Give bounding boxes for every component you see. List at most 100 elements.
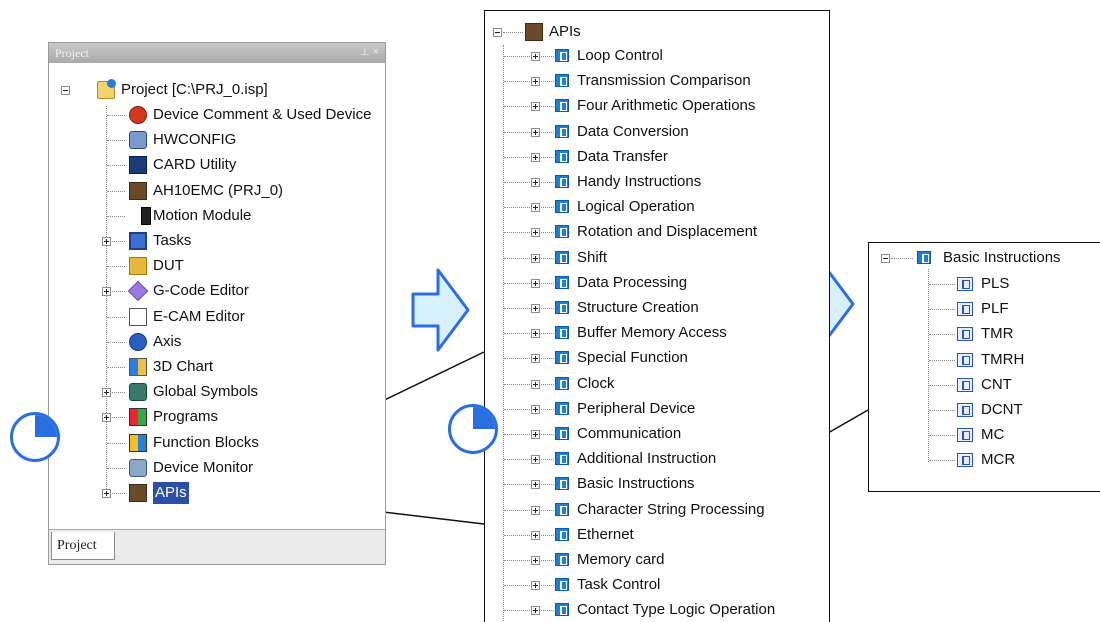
api-group-label: Structure Creation	[577, 299, 699, 316]
instruction-item[interactable]: TMRH	[929, 349, 1089, 371]
collapse-icon[interactable]	[881, 254, 890, 263]
project-tree-item[interactable]: Tasks	[101, 230, 381, 252]
expand-icon[interactable]	[102, 237, 111, 246]
expand-icon[interactable]	[531, 77, 540, 87]
ecam-editor-icon	[129, 307, 147, 326]
instruction-icon	[957, 428, 973, 443]
api-group-item[interactable]: Four Arithmetic Operations	[504, 95, 825, 117]
expand-icon[interactable]	[531, 102, 540, 112]
expand-icon[interactable]	[531, 228, 540, 238]
panel-pin-close-icons[interactable]: ⊥ ×	[360, 45, 379, 58]
project-tab-label: Project	[57, 538, 97, 553]
collapse-icon[interactable]	[61, 86, 70, 95]
instruction-item[interactable]: TMR	[929, 323, 1089, 345]
project-tab[interactable]: Project	[51, 532, 115, 560]
project-tree-item[interactable]: E-CAM Editor	[101, 306, 381, 328]
expand-icon[interactable]	[531, 505, 540, 515]
expand-icon[interactable]	[102, 413, 111, 423]
expand-icon[interactable]	[102, 489, 111, 498]
expand-icon[interactable]	[531, 530, 540, 540]
expand-icon[interactable]	[531, 556, 540, 565]
project-tree-item[interactable]: G-Code Editor	[101, 280, 381, 302]
api-group-item[interactable]: Buffer Memory Access	[504, 322, 825, 344]
project-tree-item-label: E-CAM Editor	[153, 307, 245, 325]
api-group-item[interactable]: Additional Instruction	[504, 448, 825, 470]
api-group-item[interactable]: Data Processing	[504, 272, 825, 294]
instruction-item[interactable]: DCNT	[929, 399, 1089, 421]
api-group-item[interactable]: Transmission Comparison	[504, 70, 825, 92]
api-group-item[interactable]: Character String Processing	[504, 499, 825, 521]
collapse-icon[interactable]	[493, 28, 502, 37]
api-group-item[interactable]: Communication	[504, 423, 825, 445]
instruction-item[interactable]: CNT	[929, 374, 1089, 396]
expand-icon[interactable]	[531, 480, 540, 490]
api-group-item[interactable]: Memory card	[504, 549, 825, 571]
instruction-item[interactable]: PLF	[929, 298, 1089, 320]
instruction-icon	[957, 302, 973, 317]
expand-icon[interactable]	[531, 52, 540, 61]
api-group-item[interactable]: Rotation and Displacement	[504, 221, 825, 243]
api-group-item[interactable]: Loop Control	[504, 45, 825, 67]
project-tree-item[interactable]: Device Monitor	[101, 457, 381, 479]
expand-icon[interactable]	[531, 152, 540, 162]
api-group-item[interactable]: Clock	[504, 373, 825, 395]
expand-icon[interactable]	[531, 354, 540, 364]
api-group-item[interactable]: Structure Creation	[504, 297, 825, 319]
expand-icon[interactable]	[531, 404, 540, 414]
instruction-item[interactable]: MC	[929, 424, 1089, 446]
project-panel-tabstrip: Project	[49, 529, 385, 564]
api-group-item[interactable]: Shift	[504, 247, 825, 269]
api-group-item[interactable]: Basic Instructions	[504, 473, 825, 495]
project-tree-item[interactable]: AH10EMC (PRJ_0)	[101, 180, 381, 202]
basic-root[interactable]: Basic Instructions	[881, 247, 1100, 269]
api-group-item[interactable]: Handy Instructions	[504, 171, 825, 193]
project-tree-item[interactable]: Axis	[101, 331, 381, 353]
project-tree-item[interactable]: APIs	[101, 482, 381, 504]
expand-icon[interactable]	[531, 253, 540, 263]
project-tree-item[interactable]: CARD Utility	[101, 154, 381, 176]
apis-icon	[129, 484, 147, 502]
expand-icon[interactable]	[531, 606, 540, 616]
expand-icon[interactable]	[531, 379, 540, 389]
instruction-item[interactable]: MCR	[929, 449, 1089, 471]
expand-icon[interactable]	[531, 304, 540, 313]
project-tree-item[interactable]: HWCONFIG	[101, 129, 381, 151]
expand-icon[interactable]	[531, 430, 540, 439]
api-group-item[interactable]: Task Control	[504, 574, 825, 596]
expand-icon[interactable]	[102, 388, 111, 398]
expand-icon[interactable]	[531, 329, 540, 339]
api-group-icon	[555, 603, 569, 617]
api-group-icon	[555, 351, 569, 365]
instruction-item[interactable]: PLS	[929, 273, 1089, 295]
project-tree-item[interactable]: DUT	[101, 255, 381, 277]
api-group-icon	[555, 578, 569, 592]
api-group-item[interactable]: Contact Type Logic Operation	[504, 599, 825, 621]
api-group-item[interactable]: Peripheral Device	[504, 398, 825, 420]
expand-icon[interactable]	[531, 278, 540, 288]
project-tree-item[interactable]: 3D Chart	[101, 356, 381, 378]
project-tree-item-label: Programs	[153, 408, 219, 426]
expand-icon[interactable]	[102, 287, 111, 297]
expand-icon[interactable]	[531, 203, 540, 213]
apis-root[interactable]: APIs	[493, 21, 823, 43]
expand-icon[interactable]	[531, 581, 540, 591]
api-group-item[interactable]: Data Conversion	[504, 121, 825, 143]
api-group-item[interactable]: Ethernet	[504, 524, 825, 546]
instruction-label: PLF	[981, 300, 1009, 318]
project-tree-item[interactable]: Global Symbols	[101, 381, 381, 403]
expand-icon[interactable]	[531, 455, 540, 465]
project-tree-item-label: 3D Chart	[153, 358, 214, 375]
expand-icon[interactable]	[531, 178, 540, 187]
expand-icon[interactable]	[531, 127, 540, 137]
api-group-item[interactable]: Data Transfer	[504, 146, 825, 168]
project-tree-item[interactable]: Motion Module	[101, 205, 381, 227]
project-tree-item[interactable]: Device Comment & Used Device	[101, 104, 381, 126]
3d-chart-icon	[129, 358, 147, 376]
project-tree-item[interactable]: Programs	[101, 406, 381, 428]
api-group-item[interactable]: Logical Operation	[504, 196, 825, 218]
api-group-label: Communication	[577, 425, 682, 442]
api-group-item[interactable]: Special Function	[504, 347, 825, 369]
tree-root-project[interactable]: Project [C:\PRJ_0.isp]	[61, 79, 381, 101]
hwconfig-icon	[129, 131, 147, 150]
project-tree-item[interactable]: Function Blocks	[101, 432, 381, 454]
